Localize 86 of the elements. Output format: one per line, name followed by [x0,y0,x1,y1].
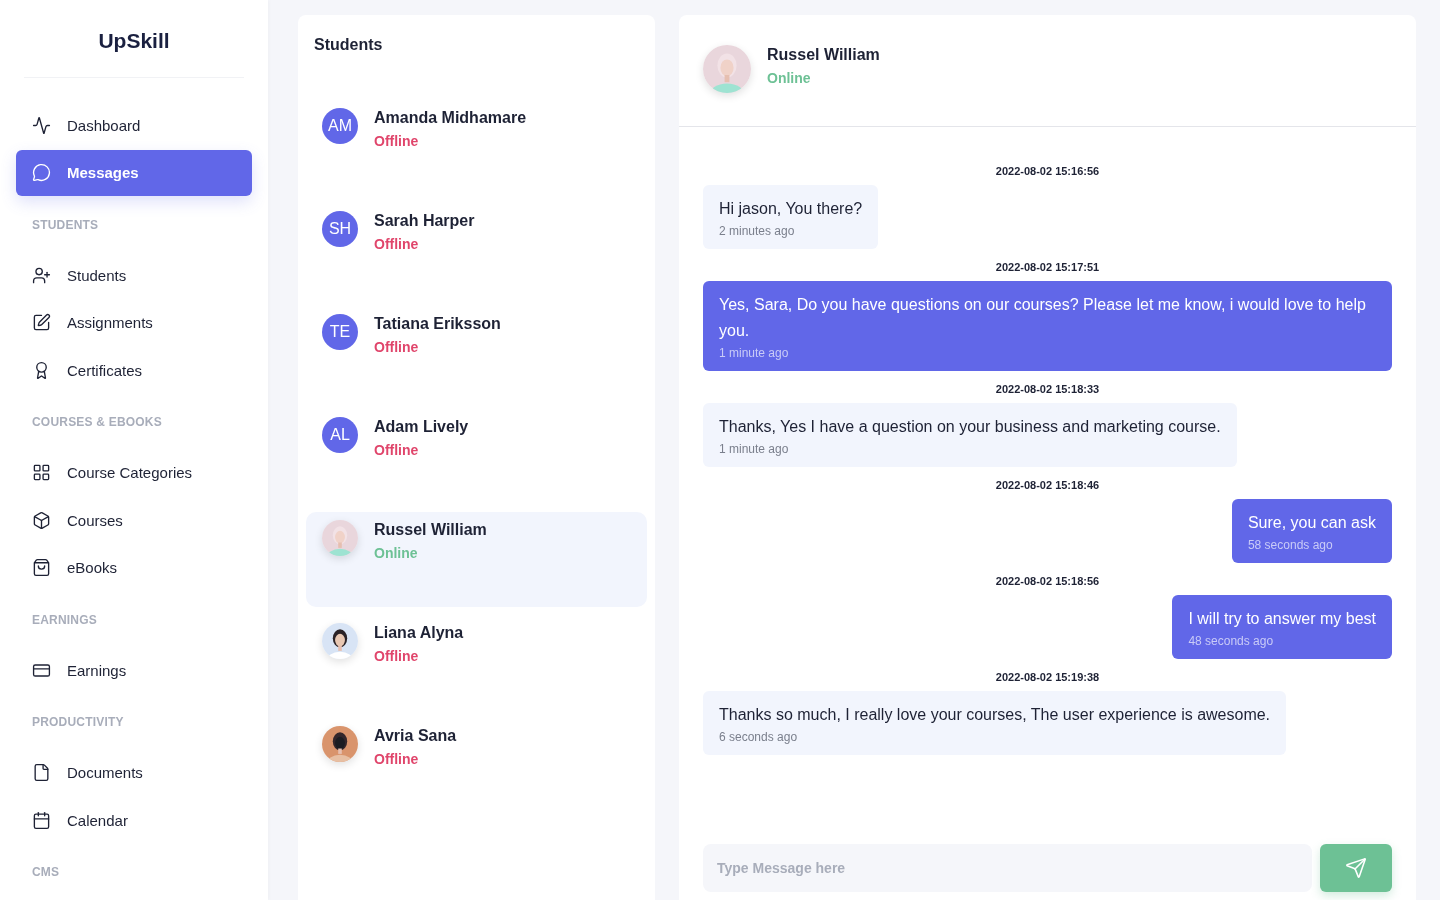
student-item[interactable]: AL Adam Lively Offline [306,409,647,504]
student-item[interactable]: Russel William Online [306,512,647,607]
send-icon [1345,857,1367,879]
message-time: 6 seconds ago [719,730,799,744]
edit-icon [32,313,51,332]
student-name: Adam Lively [374,418,469,436]
sidebar-item[interactable]: Course Categories [16,449,252,496]
sidebar-item[interactable]: Documents [16,749,252,796]
sidebar-item-label: eBooks [67,559,118,576]
message-timestamp: 2022-08-02 15:16:56 [994,165,1101,177]
sidebar-item-label: Courses [67,511,123,529]
message-timestamp: 2022-08-02 15:18:33 [994,383,1101,395]
message-time: 48 seconds ago [1188,634,1275,648]
section-heading: PRODUCTIVITY [31,714,125,731]
student-name: Amanda Midhamare [374,109,527,127]
contact-status: Online [767,70,812,86]
sidebar-item-label: Earnings [67,661,127,679]
sidebar-item-label: Course Categories [67,464,193,481]
sidebar-item-label: Assignments [67,314,153,331]
student-status: Offline [374,751,420,767]
send-button[interactable] [1320,844,1392,892]
avatar-initials: SH [322,211,358,247]
student-status: Offline [374,442,420,458]
message-time: 58 seconds ago [1247,538,1334,552]
shopping-bag-icon [32,558,51,577]
brand-logo: UpSkill [24,0,244,78]
section-heading: COURSES & EBOOKS [31,414,163,431]
message-time: 2 minutes ago [719,224,796,238]
message-timestamp: 2022-08-02 15:18:46 [994,479,1101,491]
calendar-icon [32,810,51,830]
sidebar-item-label: Dashboard [67,116,141,134]
sidebar-item[interactable]: Students [16,252,252,298]
sidebar-item[interactable]: Calendar [16,797,252,843]
student-name: Avria Sana [374,727,457,745]
cube-icon [32,510,51,530]
student-status: Offline [374,648,420,664]
sidebar-item[interactable]: Courses [16,497,252,543]
student-status: Offline [374,236,420,252]
message-text: Hi jason, You there? [719,199,863,219]
sidebar-item-label: Calendar [67,811,128,829]
sidebar-item[interactable]: Dashboard [16,102,252,148]
sidebar-item[interactable]: Certificates [16,347,252,393]
message-text: Yes, Sara, Do you have questions on our courses? Please let me know, i would love to help you. [719,295,1367,341]
sidebar-item[interactable]: Messages [16,149,252,196]
message-timestamp: 2022-08-02 15:19:38 [994,671,1101,683]
message-text: I will try to answer my best [1188,609,1376,629]
student-item[interactable]: SH Sarah Harper Offline [306,203,647,298]
document-icon [32,763,51,782]
sidebar-item-label: Documents [67,764,143,781]
chat-bubble-icon [32,163,51,182]
student-name: Russel William [374,521,487,539]
sidebar-item[interactable]: Earnings [16,647,252,693]
pulse-icon [32,115,51,135]
student-status: Offline [374,133,420,149]
student-name: Liana Alyna [374,624,464,642]
avatar-initials: AL [322,417,358,453]
student-name: Tatiana Eriksson [374,315,501,333]
student-status: Offline [374,339,420,355]
message-time: 1 minute ago [719,346,790,360]
avatar-initials: TE [322,314,358,350]
student-name: Sarah Harper [374,212,475,230]
sidebar-item-label: Certificates [67,361,143,379]
message-timestamp: 2022-08-02 15:18:56 [994,575,1101,587]
message-input[interactable]: Type Message here [703,844,1312,892]
panel-title: Students [313,35,384,55]
message-timestamp: 2022-08-02 15:17:51 [994,261,1101,273]
section-heading: CMS [31,864,61,881]
message-text: Thanks so much, I really love your courses, The user experience is awesome. [719,705,1271,725]
section-heading: EARNINGS [31,611,98,629]
student-item[interactable]: Liana Alyna Offline [306,615,647,710]
sidebar-item[interactable]: eBooks [16,544,252,591]
avatar-initials: AM [322,108,358,144]
user-plus-icon [32,265,51,285]
student-item[interactable]: Avria Sana Offline [306,718,647,813]
student-item[interactable]: TE Tatiana Eriksson Offline [306,306,647,401]
message-time: 1 minute ago [719,442,790,456]
contact-name: Russel William [767,46,880,64]
message-text: Thanks, Yes I have a question on your business and marketing course. [719,417,1221,437]
sidebar-item-label: Messages [67,164,139,181]
message-text: Sure, you can ask [1247,513,1376,533]
sidebar-item-label: Students [67,266,127,284]
section-heading: STUDENTS [31,216,100,234]
sidebar-item[interactable]: Assignments [16,299,252,346]
student-item[interactable]: AM Amanda Midhamare Offline [306,100,647,195]
student-status: Online [374,545,419,561]
grid-icon [32,463,51,482]
